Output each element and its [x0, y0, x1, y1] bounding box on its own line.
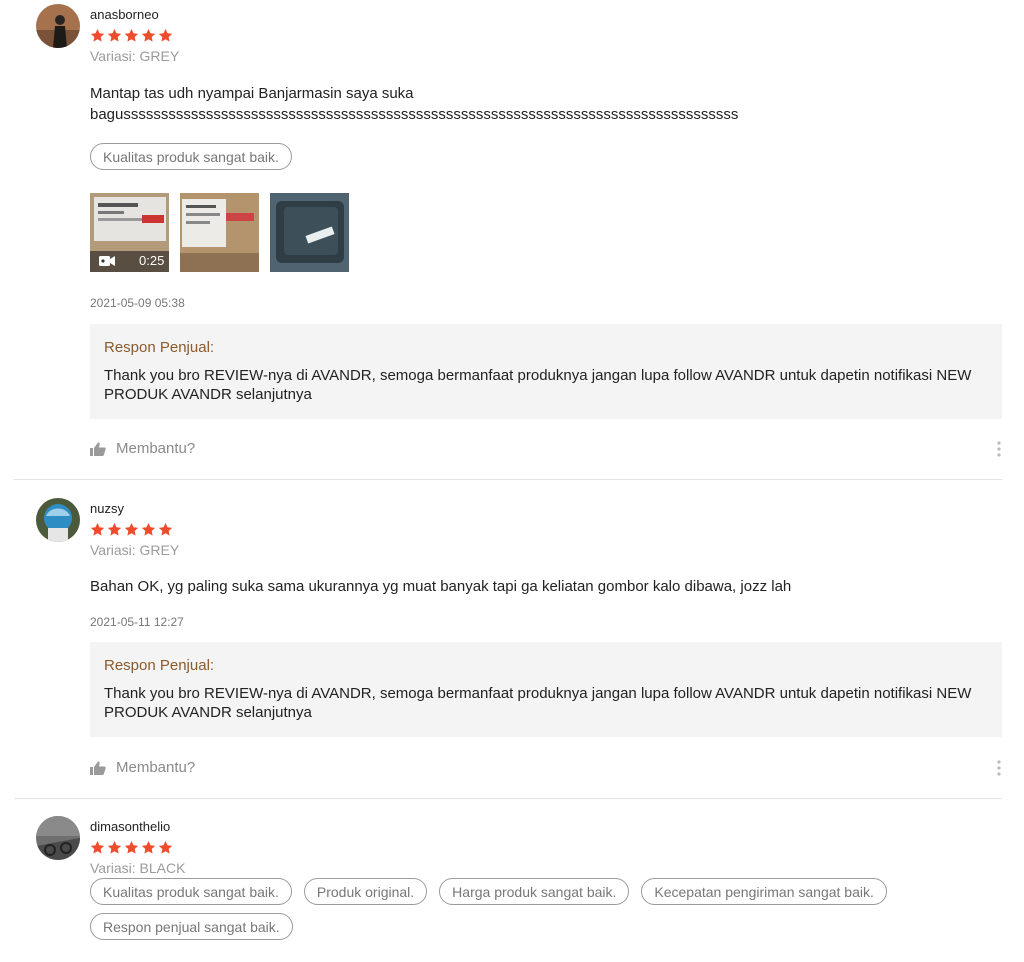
- thumbs-up-icon: [90, 761, 106, 775]
- star-icon: [124, 28, 139, 42]
- star-icon: [90, 522, 105, 536]
- helpful-label: Membantu?: [116, 759, 196, 776]
- helpful-button[interactable]: Membantu?: [90, 440, 195, 457]
- review-tag: Kualitas produk sangat baik.: [90, 143, 292, 170]
- star-icon: [107, 522, 122, 536]
- star-icon: [124, 522, 139, 536]
- star-icon: [124, 840, 139, 854]
- helpful-button[interactable]: Membantu?: [90, 759, 195, 776]
- rating-stars: [90, 28, 173, 43]
- seller-response: Respon Penjual: Thank you bro REVIEW-nya…: [90, 324, 1002, 419]
- divider: [14, 798, 1002, 799]
- avatar[interactable]: [36, 816, 80, 860]
- star-icon: [158, 840, 173, 854]
- review-tag: Produk original.: [303, 878, 428, 905]
- video-camera-icon: [99, 256, 115, 266]
- username[interactable]: nuzsy: [90, 501, 124, 516]
- review-image-thumbnail[interactable]: [180, 193, 259, 272]
- avatar[interactable]: [36, 498, 80, 542]
- review-tag: Kualitas produk sangat baik.: [90, 878, 292, 905]
- review-tag: Harga produk sangat baik.: [439, 878, 630, 905]
- variation-label: Variasi: BLACK: [90, 860, 186, 876]
- rating-stars: [90, 840, 173, 855]
- star-icon: [158, 28, 173, 42]
- seller-response-text: Thank you bro REVIEW-nya di AVANDR, semo…: [104, 685, 972, 721]
- star-icon: [141, 840, 156, 854]
- star-icon: [107, 840, 122, 854]
- review-tags: Kualitas produk sangat baik.: [90, 143, 990, 170]
- more-vertical-icon[interactable]: [996, 760, 1002, 776]
- variation-label: Variasi: GREY: [90, 48, 180, 64]
- video-duration: 0:25: [139, 253, 165, 268]
- more-vertical-icon[interactable]: [996, 441, 1002, 457]
- thumbs-up-icon: [90, 442, 106, 456]
- review-video-thumbnail[interactable]: 0:25: [90, 193, 169, 272]
- star-icon: [158, 522, 173, 536]
- divider: [14, 479, 1002, 480]
- review-comment: Mantap tas udh nyampai Banjarmasin saya …: [90, 83, 990, 125]
- helpful-label: Membantu?: [116, 440, 196, 457]
- comment-line: Bahan OK, yg paling suka sama ukurannya …: [90, 578, 792, 595]
- review-tags: Kualitas produk sangat baik. Produk orig…: [90, 878, 990, 940]
- seller-response-title: Respon Penjual:: [104, 657, 215, 674]
- star-icon: [141, 522, 156, 536]
- review-media: 0:25: [90, 193, 349, 272]
- review-comment: Bahan OK, yg paling suka sama ukurannya …: [90, 576, 990, 597]
- star-icon: [141, 28, 156, 42]
- star-icon: [90, 28, 105, 42]
- comment-line: Mantap tas udh nyampai Banjarmasin saya …: [90, 85, 414, 102]
- seller-response-title: Respon Penjual:: [104, 339, 215, 356]
- review-image-thumbnail[interactable]: [270, 193, 349, 272]
- comment-line: bagussssssssssssssssssssssssssssssssssss…: [90, 106, 739, 123]
- review-date: 2021-05-11 12:27: [90, 615, 184, 629]
- star-icon: [90, 840, 105, 854]
- review-tag: Respon penjual sangat baik.: [90, 913, 293, 940]
- variation-label: Variasi: GREY: [90, 542, 180, 558]
- rating-stars: [90, 522, 173, 537]
- username[interactable]: anasborneo: [90, 7, 159, 22]
- star-icon: [107, 28, 122, 42]
- avatar[interactable]: [36, 4, 80, 48]
- username[interactable]: dimasonthelio: [90, 819, 170, 834]
- review-date: 2021-05-09 05:38: [90, 296, 185, 310]
- seller-response-text: Thank you bro REVIEW-nya di AVANDR, semo…: [104, 367, 972, 403]
- seller-response: Respon Penjual: Thank you bro REVIEW-nya…: [90, 642, 1002, 737]
- review-tag: Kecepatan pengiriman sangat baik.: [641, 878, 887, 905]
